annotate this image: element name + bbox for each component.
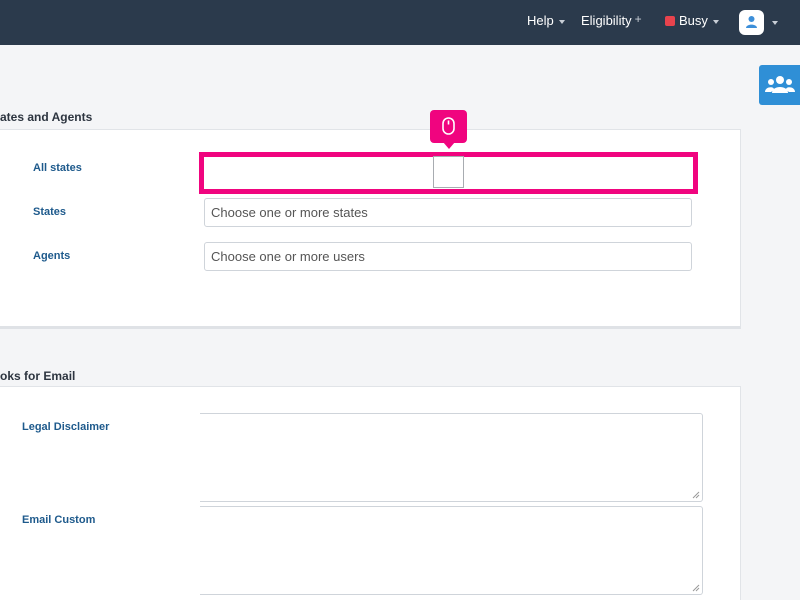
busy-label: Busy — [679, 13, 708, 28]
chevron-down-icon — [712, 19, 719, 24]
agents-select[interactable] — [204, 242, 692, 271]
email-custom-textarea[interactable] — [200, 506, 703, 595]
click-indicator — [430, 110, 467, 149]
chevron-down-icon[interactable] — [772, 21, 778, 25]
mouse-click-icon — [442, 117, 455, 135]
section-title-email-hooks: oks for Email — [0, 369, 76, 383]
section-title-states-agents: ates and Agents — [0, 110, 93, 124]
email-custom-label: Email Custom — [22, 514, 96, 526]
status-menu[interactable]: Busy — [665, 13, 719, 29]
chevron-down-icon — [558, 19, 565, 24]
eligibility-label: Eligibility — [581, 13, 632, 28]
legal-disclaimer-textarea[interactable] — [200, 413, 703, 502]
plus-icon: + — [634, 12, 642, 26]
resize-grip-icon[interactable] — [692, 584, 700, 592]
legal-disclaimer-label: Legal Disclaimer — [22, 421, 110, 433]
user-icon — [746, 16, 757, 28]
user-avatar-button[interactable] — [739, 10, 764, 35]
group-users-icon — [765, 76, 795, 93]
help-menu[interactable]: Help — [527, 13, 565, 29]
states-label: States — [33, 206, 67, 218]
help-label: Help — [527, 13, 554, 28]
top-navbar: Help Eligibility + Busy — [0, 0, 800, 45]
all-states-checkbox[interactable] — [433, 156, 464, 188]
agents-label: Agents — [33, 250, 71, 262]
busy-status-icon — [665, 16, 675, 26]
all-states-label: All states — [33, 162, 82, 174]
resize-grip-icon[interactable] — [692, 491, 700, 499]
states-select[interactable] — [204, 198, 692, 227]
team-panel-button[interactable] — [759, 65, 800, 105]
eligibility-menu[interactable]: Eligibility + — [581, 13, 642, 29]
